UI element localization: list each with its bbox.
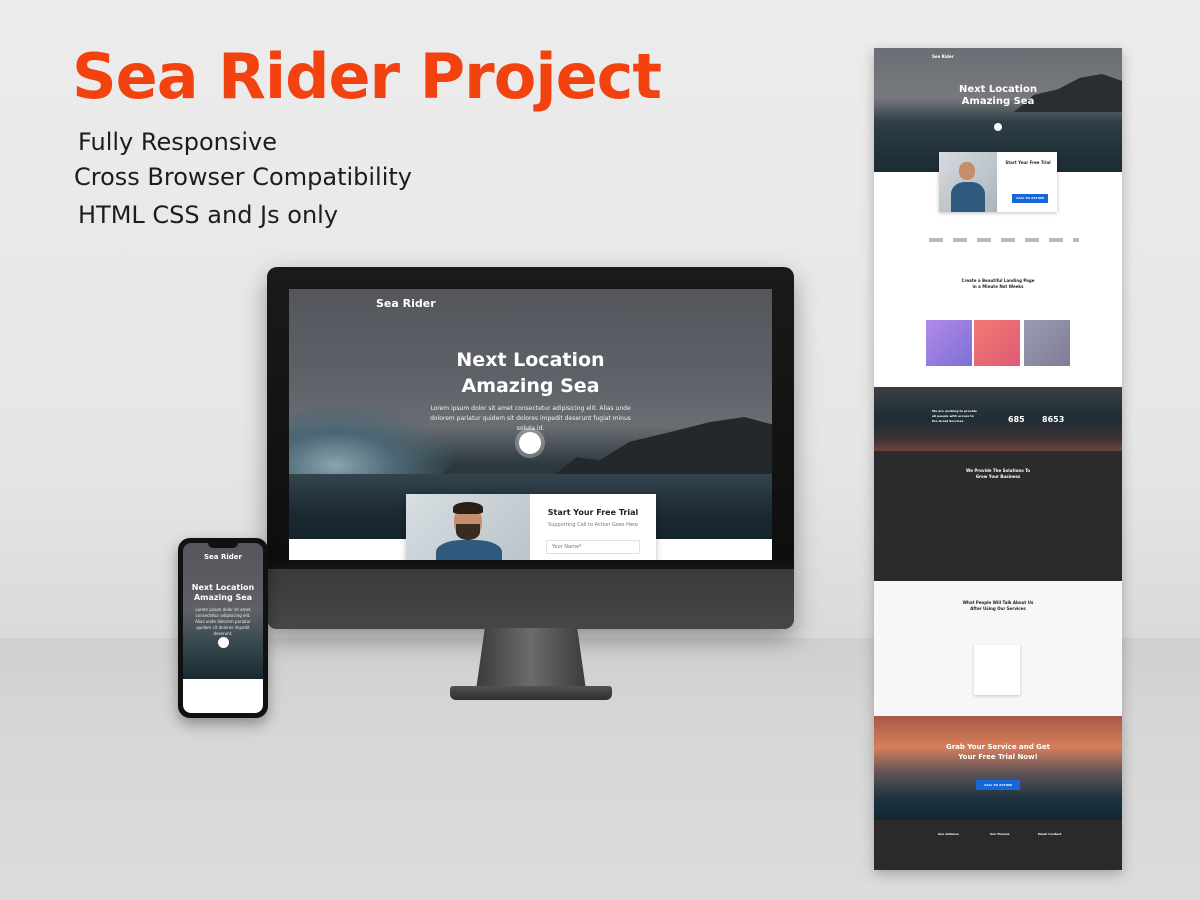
hero-title-line2: Amazing Sea <box>461 375 600 397</box>
lp-feature-card[interactable] <box>974 320 1020 366</box>
lp-testimonial-card <box>1024 645 1070 695</box>
lp-brand[interactable]: Sea Rider <box>932 54 954 59</box>
trial-subtitle: Supporting Call to Action Goes Here <box>548 522 638 528</box>
lp-cta-title: Grab Your Service and Get Your Free Tria… <box>874 742 1122 762</box>
phone-notch <box>208 543 238 548</box>
lp-testimonial-card <box>974 645 1020 695</box>
lp-testimonials-title-line2: After Using Our Services <box>970 606 1026 611</box>
person-hair <box>453 502 483 514</box>
lp-stats-text: We are working to provide all people wit… <box>932 409 977 424</box>
phone-screen: Sea Rider Next Location Amazing Sea Lore… <box>183 543 263 713</box>
phone-title-line1: Next Location <box>191 583 255 592</box>
lp-footer-phones: Our Phones <box>990 832 1010 836</box>
trial-photo <box>406 494 530 560</box>
lp-cta-button[interactable]: CALL TO ACTION <box>976 780 1020 790</box>
phone-hero-text: Lorem ipsum dolor sit amet consectetur a… <box>195 607 251 636</box>
monitor-stand-neck <box>476 628 586 690</box>
phone-hero-title: Next Location Amazing Sea <box>183 583 263 603</box>
play-icon[interactable] <box>519 432 541 454</box>
monitor-chin <box>267 569 794 629</box>
desktop-screen: Sea Rider Next Location Amazing Sea Lore… <box>289 289 772 560</box>
desktop-monitor: Sea Rider Next Location Amazing Sea Lore… <box>267 267 794 629</box>
phone-brand[interactable]: Sea Rider <box>183 553 263 561</box>
lp-trial-title: Start Your Free Trial <box>1005 160 1051 165</box>
phone-play-icon[interactable] <box>218 637 229 648</box>
name-input[interactable] <box>546 540 640 554</box>
hero-text: Lorem ipsum dolor sit amet consectetur a… <box>430 405 631 432</box>
lp-stats-text-line3: the Great Services <box>932 419 964 423</box>
lp-stat-value: 685 <box>1008 415 1025 424</box>
lp-cta-section <box>874 716 1122 820</box>
feature-cross-browser: Cross Browser Compatibility <box>74 163 412 191</box>
lp-partner-logos <box>929 238 1079 242</box>
monitor-stand-base <box>450 686 612 700</box>
lp-testimonial-card <box>924 645 970 695</box>
lp-section-title-line2: in a Minute Not Weeks <box>972 284 1024 289</box>
trial-title: Start Your Free Trial <box>547 508 639 517</box>
lp-play-icon[interactable] <box>994 123 1002 131</box>
phone-title-line2: Amazing Sea <box>193 593 253 602</box>
lp-hero-title-line2: Amazing Sea <box>961 96 1035 107</box>
lp-footer <box>874 820 1122 870</box>
brand-logo[interactable]: Sea Rider <box>376 297 436 310</box>
hero-title: Next Location Amazing Sea <box>289 347 772 399</box>
phone-mockup: Sea Rider Next Location Amazing Sea Lore… <box>178 538 268 718</box>
lp-footer-email: Email Contact <box>1038 832 1062 836</box>
lp-stat-value: 8653 <box>1042 415 1065 424</box>
lp-trial-card: Start Your Free Trial <box>939 152 1057 212</box>
lp-hero-title-line1: Next Location <box>959 84 1037 95</box>
lp-trial-cta-button[interactable]: CALL TO ACTION <box>1012 194 1048 203</box>
full-page-preview: Sea Rider Next Location Amazing Sea Star… <box>874 48 1122 870</box>
lp-stats-band <box>874 387 1122 451</box>
lp-services-title: We Provide The Solutions To Grow Your Bu… <box>874 468 1122 480</box>
lp-testimonials-title: What People Will Talk About Us After Usi… <box>874 600 1122 612</box>
feature-tech-stack: HTML CSS and Js only <box>78 201 339 229</box>
lp-feature-card[interactable] <box>1024 320 1070 366</box>
lp-cta-title-line1: Grab Your Service and Get <box>945 743 1050 751</box>
lp-hero-title: Next Location Amazing Sea <box>874 84 1122 108</box>
person-body <box>436 540 502 560</box>
feature-responsive: Fully Responsive <box>78 128 278 156</box>
lp-cta-title-line2: Your Free Trial Now! <box>958 753 1038 761</box>
hero-title-line1: Next Location <box>456 349 605 371</box>
project-headline: Sea Rider Project <box>72 40 662 113</box>
lp-section-title: Create a Beautiful Landing Page in a Min… <box>874 278 1122 290</box>
lp-feature-card[interactable] <box>926 320 972 366</box>
person-beard <box>456 524 480 540</box>
lp-footer-address: Our Address <box>938 832 959 836</box>
lp-trial-photo <box>939 152 997 212</box>
lp-services-title-line2: Grow Your Business <box>975 474 1021 479</box>
trial-card: Start Your Free Trial Supporting Call to… <box>406 494 656 560</box>
